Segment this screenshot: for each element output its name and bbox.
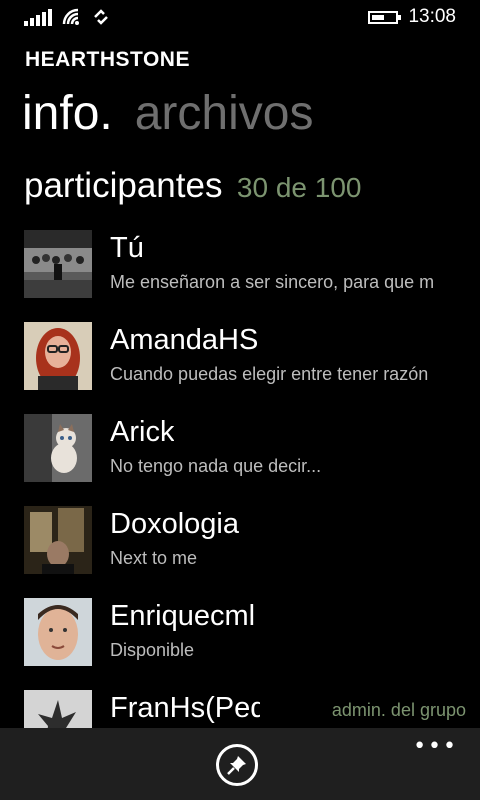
participant-count: 30 de 100 [236,172,362,203]
avatar [24,506,92,574]
list-item[interactable]: FranHs(Pequen admin. del grupo [0,690,480,728]
pivot-header: info. archivos [22,84,313,144]
signal-icon [24,8,52,26]
avatar [24,598,92,666]
section-title: participantes [24,166,223,205]
participant-status: Cuando puedas elegir entre tener razón [110,364,429,384]
pin-icon [227,756,246,775]
participant-name: Doxologia [110,508,239,540]
battery-icon [368,10,402,24]
participant-list[interactable]: Tú Me enseñaron a ser sincero, para que … [0,230,480,728]
app-title: HEARTHSTONE [25,48,190,71]
participant-status: Next to me [110,548,198,568]
participant-name: FranHs(Pequen [110,692,260,724]
app-bar: ••• [0,728,480,800]
participant-status: Me enseñaron a ser sincero, para que m [110,272,435,292]
list-item[interactable]: AmandaHS Cuando puedas elegir entre tene… [0,322,480,414]
avatar [24,414,92,482]
clock: 13:08 [408,6,456,27]
pin-button[interactable] [216,744,258,786]
list-item[interactable]: Doxologia Next to me [0,506,480,598]
participant-status: No tengo nada que decir... [110,456,322,476]
tab-archivos[interactable]: archivos [135,87,314,140]
avatar [24,322,92,390]
participant-name: AmandaHS [110,324,259,356]
wifi-icon [62,8,79,25]
tab-info[interactable]: info. [22,87,113,140]
list-item[interactable]: Tú Me enseñaron a ser sincero, para que … [0,230,480,322]
avatar [24,230,92,298]
participant-name: Arick [110,416,175,448]
data-sync-icon [94,9,108,25]
admin-badge: admin. del grupo [331,700,466,720]
list-item[interactable]: Enriquecml Disponible [0,598,480,690]
list-item[interactable]: Arick No tengo nada que decir... [0,414,480,506]
participant-name: Tú [110,232,144,264]
status-bar: 13:08 [0,0,480,34]
participant-status: Disponible [110,640,195,660]
avatar [24,690,92,728]
participant-name: Enriquecml [110,600,256,632]
participants-header: participantes 30 de 100 [24,166,361,206]
more-icon[interactable]: ••• [413,734,458,759]
